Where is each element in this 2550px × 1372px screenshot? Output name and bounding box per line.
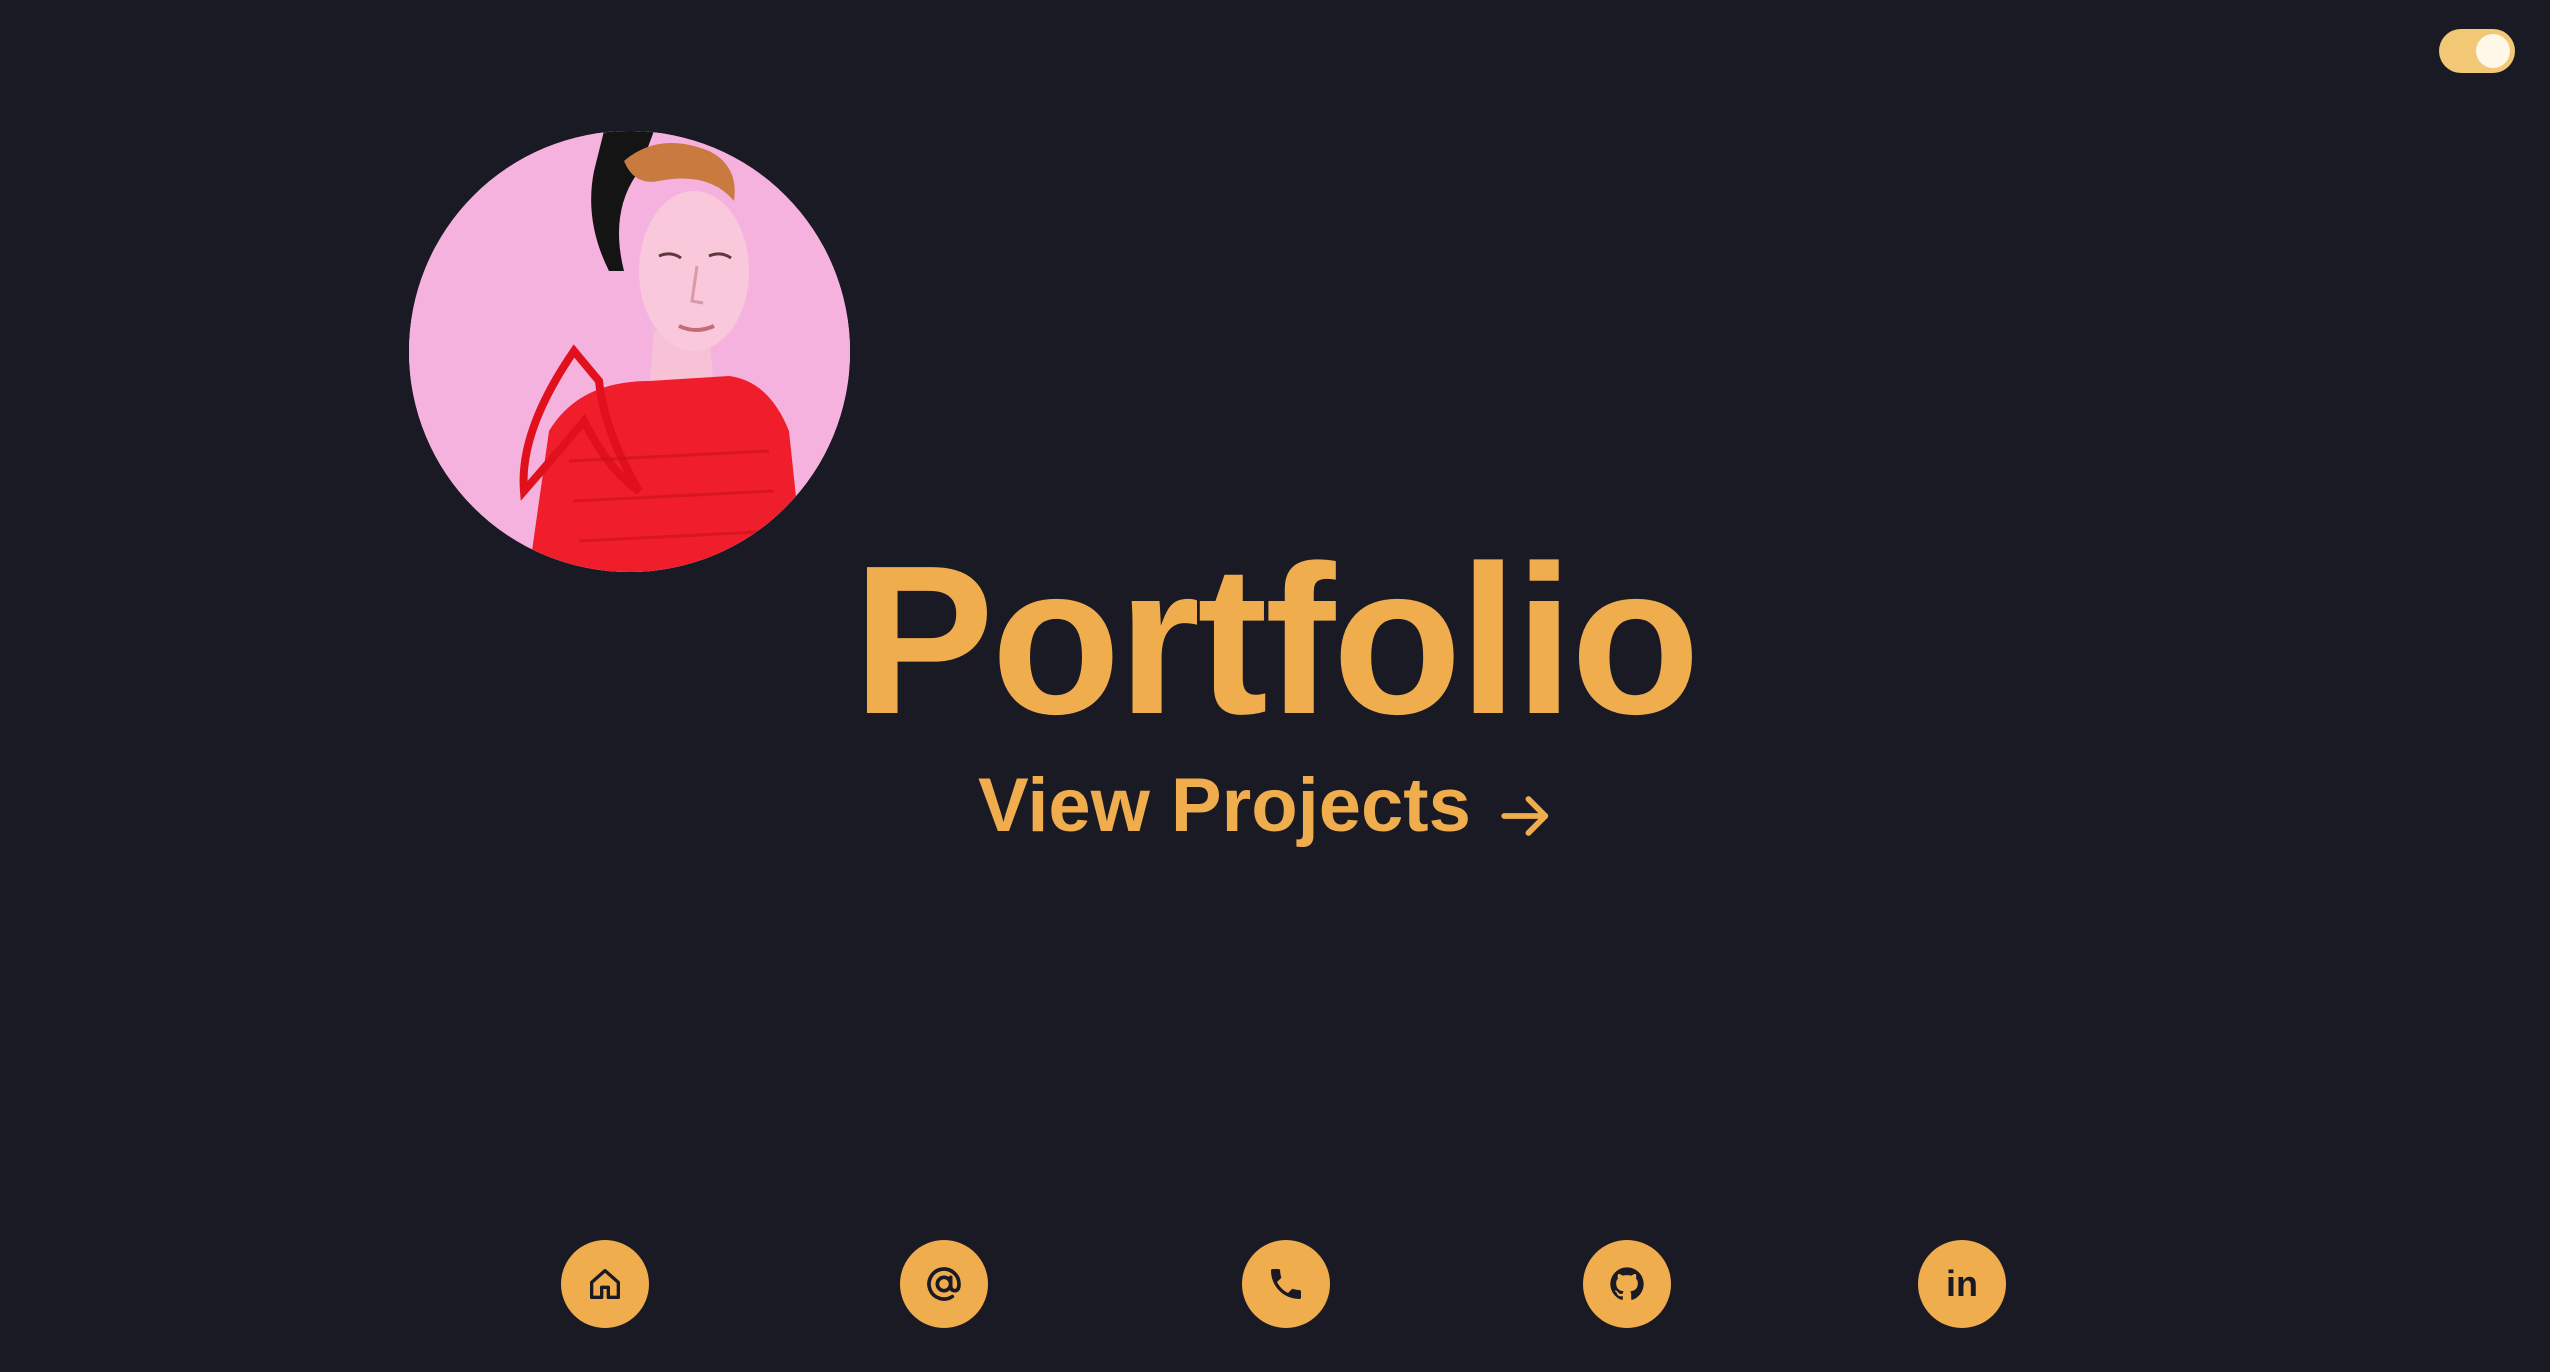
profile-photo xyxy=(409,131,850,572)
github-button[interactable] xyxy=(1583,1240,1671,1328)
portfolio-page: Portfolio View Projects in xyxy=(0,0,2550,1372)
theme-toggle[interactable] xyxy=(2439,29,2515,73)
arrow-right-icon xyxy=(1497,776,1555,836)
phone-icon xyxy=(1266,1264,1306,1304)
home-icon xyxy=(585,1264,625,1304)
phone-button[interactable] xyxy=(1242,1240,1330,1328)
avatar xyxy=(409,131,850,572)
toggle-knob xyxy=(2476,34,2510,68)
page-title: Portfolio xyxy=(852,521,1700,758)
linkedin-icon: in xyxy=(1946,1263,1978,1304)
home-button[interactable] xyxy=(561,1240,649,1328)
github-icon xyxy=(1607,1264,1647,1304)
at-sign-icon xyxy=(924,1264,964,1304)
email-button[interactable] xyxy=(900,1240,988,1328)
view-projects-label: View Projects xyxy=(978,762,1471,848)
view-projects-link[interactable]: View Projects xyxy=(978,760,1555,850)
linkedin-button[interactable]: in xyxy=(1918,1240,2006,1328)
